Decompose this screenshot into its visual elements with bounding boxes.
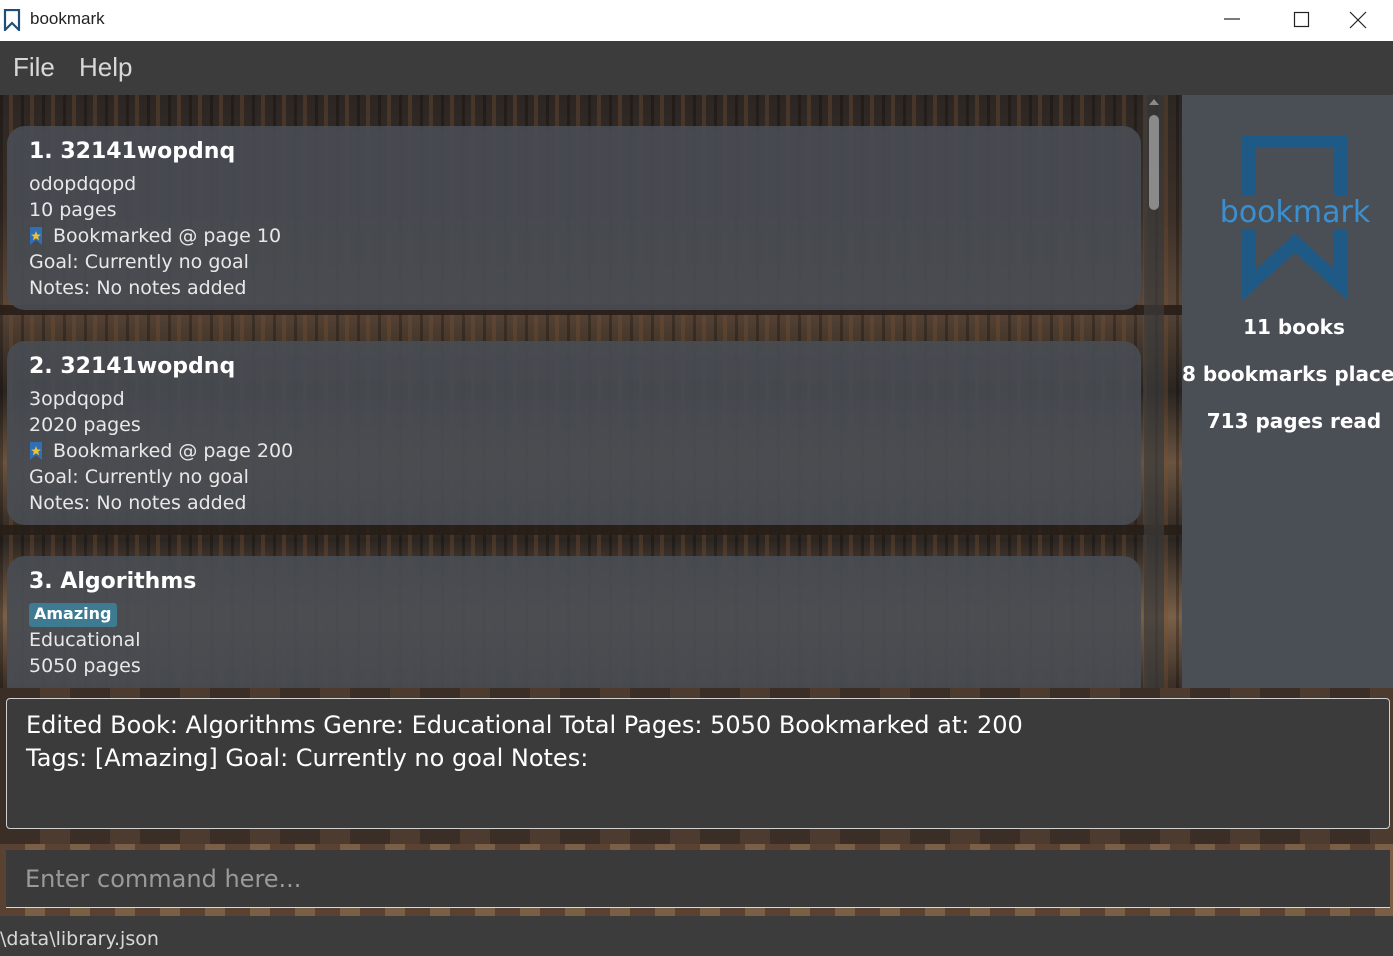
status-bar: \data\library.json xyxy=(0,916,1393,956)
logo-text: bookmark xyxy=(1220,195,1370,230)
book-card[interactable]: 1. 32141wopdnq odopdqopd 10 pages Bookma… xyxy=(7,126,1141,310)
book-goal: Goal: Currently no goal xyxy=(29,251,249,273)
bookmark-app-icon xyxy=(3,9,21,31)
bookmarks-placed: 8 bookmarks placed xyxy=(1182,362,1393,386)
stats-sidebar: bookmark 11 books 8 bookmarks placed 713… xyxy=(1182,95,1393,688)
scroll-thumb[interactable] xyxy=(1149,115,1159,210)
list-scrollbar[interactable] xyxy=(1144,95,1164,688)
window-title: bookmark xyxy=(30,9,105,28)
book-genre: Educational xyxy=(29,629,141,651)
book-card[interactable]: 3. Algorithms Amazing Educational 5050 p… xyxy=(7,556,1141,688)
book-card[interactable]: 2. 32141wopdnq 3opdqopd 2020 pages Bookm… xyxy=(7,341,1141,525)
command-area xyxy=(0,844,1393,916)
book-title: 1. 32141wopdnq xyxy=(29,139,236,164)
menu-help[interactable]: Help xyxy=(79,52,132,83)
book-genre: 3opdqopd xyxy=(29,388,125,410)
minimize-button[interactable] xyxy=(1197,0,1267,41)
maximize-icon xyxy=(1293,11,1310,28)
book-genre: odopdqopd xyxy=(29,173,137,195)
book-pages: 5050 pages xyxy=(29,655,141,677)
book-bookmark: Bookmarked @ page 10 xyxy=(53,225,282,247)
book-list-panel[interactable]: 1. 32141wopdnq odopdqopd 10 pages Bookma… xyxy=(0,95,1182,688)
book-title: 2. 32141wopdnq xyxy=(29,354,236,379)
menu-file[interactable]: File xyxy=(13,52,55,83)
result-display[interactable]: Edited Book: Algorithms Genre: Education… xyxy=(6,698,1390,829)
book-notes: Notes: No notes added xyxy=(29,492,247,514)
close-button[interactable] xyxy=(1323,0,1393,41)
menu-bar: File Help xyxy=(0,41,1393,95)
books-count: 11 books xyxy=(1243,315,1345,339)
book-title: 3. Algorithms xyxy=(29,569,197,594)
result-line: Edited Book: Algorithms Genre: Education… xyxy=(26,711,1023,739)
result-area: Edited Book: Algorithms Genre: Education… xyxy=(0,688,1393,844)
book-notes: Notes: No notes added xyxy=(29,277,247,299)
book-pages: 10 pages xyxy=(29,199,117,221)
tag-badge: Amazing xyxy=(29,603,117,627)
minimize-icon xyxy=(1224,18,1240,20)
book-bookmark: Bookmarked @ page 200 xyxy=(53,440,294,462)
book-bookmark-row: Bookmarked @ page 200 xyxy=(29,440,293,462)
scroll-up-icon[interactable] xyxy=(1149,99,1159,105)
shelf-divider xyxy=(0,525,1182,535)
result-line: Tags: [Amazing] Goal: Currently no goal … xyxy=(26,744,589,772)
book-pages: 2020 pages xyxy=(29,414,141,436)
book-bookmark-row: Bookmarked @ page 10 xyxy=(29,225,281,247)
bookmark-star-icon xyxy=(30,442,42,460)
title-bar: bookmark xyxy=(0,0,1393,41)
storage-path: \data\library.json xyxy=(0,928,159,950)
book-goal: Goal: Currently no goal xyxy=(29,466,249,488)
command-input[interactable] xyxy=(6,850,1390,908)
bookmark-star-icon xyxy=(30,227,42,245)
bookmark-logo: bookmark xyxy=(1220,135,1370,300)
close-icon xyxy=(1349,11,1367,29)
pages-read: 713 pages read xyxy=(1206,409,1382,433)
